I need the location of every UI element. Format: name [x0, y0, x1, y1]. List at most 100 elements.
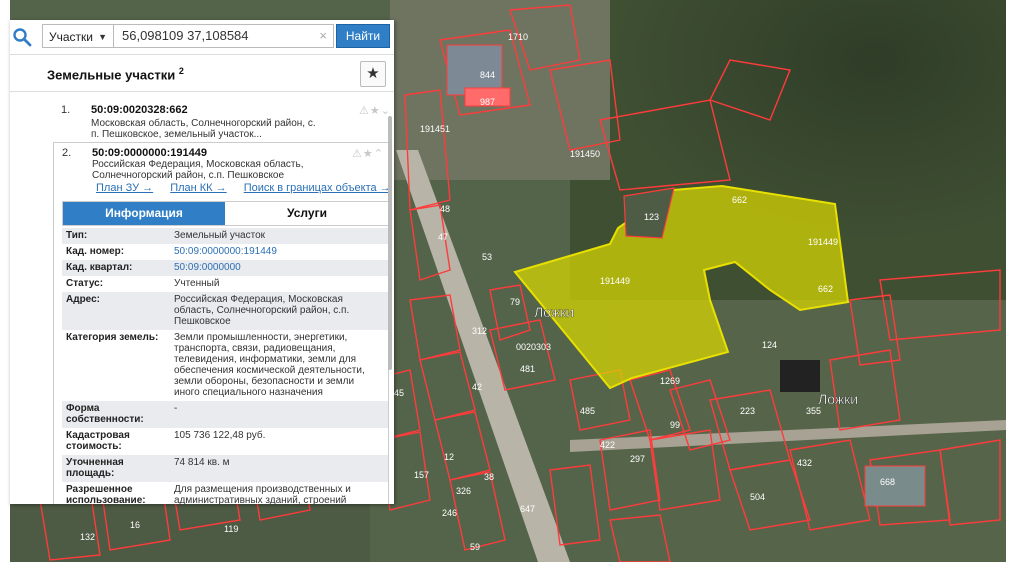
detail-value-line: обеспечения космической деятельности,: [174, 365, 365, 376]
result-links: План ЗУ → План КК → Поиск в границах объ…: [96, 182, 391, 194]
link-plan-zu[interactable]: План ЗУ →: [96, 182, 153, 194]
parcel-number-label: 662: [732, 195, 747, 205]
detail-key-line: Адрес:: [66, 294, 100, 305]
result-actions[interactable]: ⚠★⌄: [359, 104, 391, 117]
star-icon: ★: [366, 65, 380, 82]
detail-row: Уточненная площадь: 74 814 кв. м: [62, 455, 388, 482]
parcel-number-label: 191449: [600, 276, 630, 286]
detail-key-line: Тип:: [66, 230, 88, 241]
parcel-number-label: 99: [670, 420, 680, 430]
detail-value-line: область, Солнечногорский район, с.п.: [174, 305, 350, 316]
parcel-number-label: 312: [472, 326, 487, 336]
detail-key: Уточненная площадь:: [66, 457, 176, 479]
detail-value-line: Российская Федерация, Московская: [174, 294, 343, 305]
detail-row: Адрес: Российская Федерация, Московская об…: [62, 292, 388, 330]
favorite-button[interactable]: ★: [360, 61, 386, 87]
detail-value-line: 105 736 122,48 руб.: [174, 430, 266, 441]
parcel-number-label: 662: [818, 284, 833, 294]
parcel-number-label: 12: [444, 452, 454, 462]
detail-value[interactable]: 50:09:0000000: [174, 262, 382, 273]
link-search-within[interactable]: Поиск в границах объекта →: [244, 182, 391, 194]
detail-key: Форма собственности:: [66, 403, 176, 425]
result-item-2: 2. 50:09:0000000:191449 ⚠★⌃ Российская Ф…: [53, 142, 391, 504]
parcel-number-label: 157: [414, 470, 429, 480]
warning-icon[interactable]: ⚠: [352, 148, 363, 160]
parcel-number-label: 647: [520, 504, 535, 514]
result-address-line: Российская Федерация, Московская область…: [92, 159, 304, 170]
parcel-number-label: 1710: [508, 32, 528, 42]
detail-key-line: Разрешенное: [66, 484, 133, 495]
result-cadastral[interactable]: 50:09:0000000:191449: [92, 147, 207, 159]
parcel-number-label: 42: [472, 382, 482, 392]
parcel-number-label: 223: [740, 406, 755, 416]
results-title-text: Земельные участки: [47, 67, 176, 83]
detail-key-line: Кадастровая: [66, 430, 130, 441]
pond: [780, 360, 820, 392]
detail-key: Тип:: [66, 230, 176, 241]
link-plan-kk[interactable]: План КК →: [170, 182, 226, 194]
find-button[interactable]: Найти: [336, 24, 390, 48]
parcel-number-label: 48: [440, 204, 450, 214]
parcel-number-label: 45: [394, 388, 404, 398]
detail-value-line: Земельный участок: [174, 230, 266, 241]
detail-value-line: административных зданий, строений: [174, 495, 347, 504]
detail-key-line: Уточненная: [66, 457, 124, 468]
result-address-line: Московская область, Солнечногорский райо…: [91, 118, 316, 129]
detail-value-line: Учтенный: [174, 278, 220, 289]
result-address: Московская область, Солнечногорский райо…: [91, 118, 316, 140]
parcel-number-label: 504: [750, 492, 765, 502]
result-actions[interactable]: ⚠★⌃: [352, 147, 384, 160]
parcel-number-label: 191450: [570, 149, 600, 159]
detail-value[interactable]: 50:09:0000000:191449: [174, 246, 382, 257]
search-input[interactable]: 56,098109 37,108584 ×: [114, 24, 334, 48]
parcel-number-label: 0020303: [516, 342, 551, 352]
detail-key-line: стоимость:: [66, 441, 122, 452]
parcel-number-label: 59: [470, 542, 480, 552]
search-icon[interactable]: [12, 27, 32, 47]
place-label-1: Ложки: [534, 304, 574, 320]
detail-value-line: 50:09:0000000:191449: [174, 246, 277, 257]
results-title: Земельные участки 2: [47, 66, 184, 82]
result-cadastral[interactable]: 50:09:0020328:662: [91, 104, 188, 116]
panel-scrollbar[interactable]: [388, 116, 392, 370]
parcel-number-label: 16: [130, 520, 140, 530]
detail-row: Статус: Учтенный: [62, 276, 388, 292]
parcel-number-label: 1269: [660, 376, 680, 386]
parcel-number-label: 53: [482, 252, 492, 262]
detail-value-line: -: [174, 403, 178, 414]
star-outline-icon[interactable]: ★: [363, 148, 374, 160]
search-type-select[interactable]: Участки ▼: [42, 24, 114, 48]
parcel-number-label: 432: [797, 458, 812, 468]
detail-tabs: Информация Услуги: [62, 201, 388, 226]
detail-key: Кадастровая стоимость:: [66, 430, 176, 452]
parcel-number-label: 47: [438, 232, 448, 242]
warning-icon[interactable]: ⚠: [359, 105, 370, 117]
parcel-number-label: 668: [880, 477, 895, 487]
parcel-number-label: 481: [520, 364, 535, 374]
result-address: Российская Федерация, Московская область…: [92, 159, 303, 181]
result-address-line: Солнечногорский район, с.п. Пешковское: [92, 170, 285, 181]
detail-row: Кадастровая стоимость: 105 736 122,48 руб.: [62, 428, 388, 455]
tab-services[interactable]: Услуги: [226, 202, 388, 225]
detail-value: Российская Федерация, Московская область,…: [174, 294, 382, 327]
search-type-value: Участки: [49, 30, 93, 44]
detail-key-line: Форма: [66, 403, 100, 414]
parcel-number-label: 987: [480, 97, 495, 107]
detail-key-line: Статус:: [66, 278, 104, 289]
chevron-up-icon[interactable]: ⌃: [374, 148, 384, 160]
clear-icon[interactable]: ×: [319, 25, 327, 47]
result-number: 2.: [62, 147, 72, 159]
parcel-number-label: 191451: [420, 124, 450, 134]
detail-value: Земельный участок: [174, 230, 382, 241]
parcel-number-label: 124: [762, 340, 777, 350]
parcel-number-label: 485: [580, 406, 595, 416]
detail-value-line: иного специального назначения: [174, 387, 323, 398]
parcel-number-label: 844: [480, 70, 495, 80]
detail-value: 105 736 122,48 руб.: [174, 430, 382, 441]
detail-value: Для размещения производственных и админис…: [174, 484, 382, 504]
tab-information[interactable]: Информация: [63, 202, 225, 225]
star-outline-icon[interactable]: ★: [370, 105, 381, 117]
detail-key-line: Кад. номер:: [66, 246, 125, 257]
detail-row: Тип: Земельный участок: [62, 228, 388, 244]
detail-key-line: использование:: [66, 495, 146, 504]
